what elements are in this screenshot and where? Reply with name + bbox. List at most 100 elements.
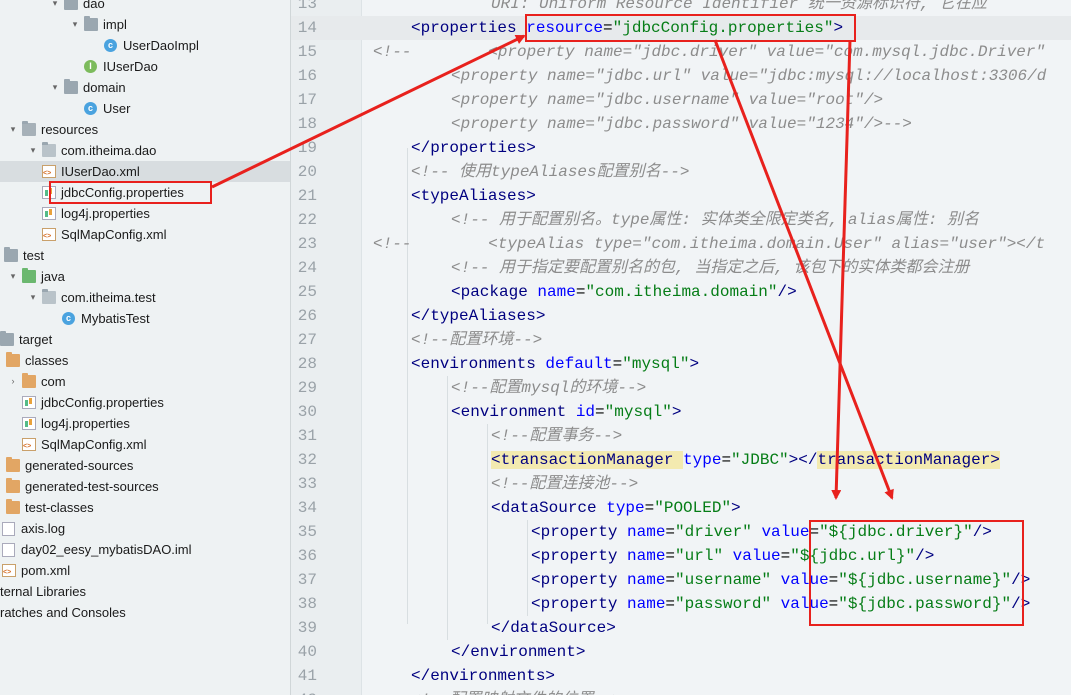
- tree-item[interactable]: › test-classes: [0, 497, 290, 518]
- line-number: 26: [297, 307, 317, 325]
- tree-item[interactable]: SqlMapConfig.xml: [0, 224, 290, 245]
- code-line[interactable]: 22 <!-- 用于配置别名。type属性: 实体类全限定类名, alias属性:…: [291, 208, 1071, 232]
- code-token: <!--配置连接池-->: [491, 475, 639, 493]
- chevron-down-icon[interactable]: ▾: [50, 0, 60, 14]
- code-line[interactable]: 39 </dataSource>: [291, 616, 1071, 640]
- tree-item[interactable]: SqlMapConfig.xml: [0, 434, 290, 455]
- code-line[interactable]: 13 URI: Uniform Resource Identifier 统一资源标…: [291, 0, 1071, 16]
- tree-item[interactable]: ▾ domain: [0, 77, 290, 98]
- tree-item[interactable]: c UserDaoImpl: [0, 35, 290, 56]
- tree-item[interactable]: ▾ resources: [0, 119, 290, 140]
- chevron-right-icon[interactable]: ›: [0, 455, 2, 476]
- code-token: =: [644, 499, 655, 517]
- tree-item[interactable]: IUserDao.xml: [0, 161, 290, 182]
- code-line[interactable]: 18 <property name="jdbc.password" value="…: [291, 112, 1071, 136]
- code-line[interactable]: 32 <transactionManager type="JDBC"></tran…: [291, 448, 1071, 472]
- chevron-down-icon[interactable]: ▾: [8, 119, 18, 140]
- code-token: name: [537, 283, 576, 301]
- chevron-down-icon[interactable]: ▾: [50, 77, 60, 98]
- tree-item[interactable]: ternal Libraries: [0, 581, 290, 602]
- tree-item[interactable]: ▾ impl: [0, 14, 290, 35]
- line-number: 20: [297, 163, 317, 181]
- tree-item[interactable]: axis.log: [0, 518, 290, 539]
- code-text: <environments default="mysql">: [411, 352, 699, 376]
- code-token: <!-- 用于配置别名。type属性: 实体类全限定类名, alias属性: 别…: [451, 211, 980, 229]
- code-line[interactable]: 19 </properties>: [291, 136, 1071, 160]
- line-number: 32: [297, 451, 317, 469]
- tree-item[interactable]: ▾ java: [0, 266, 290, 287]
- class-icon: c: [84, 102, 97, 115]
- code-editor[interactable]: 13 URI: Uniform Resource Identifier 统一资源标…: [291, 0, 1071, 695]
- chevron-down-icon[interactable]: ▾: [0, 350, 2, 371]
- tree-item[interactable]: › generated-test-sources: [0, 476, 290, 497]
- code-line[interactable]: 15 <!-- <property name="jdbc.driver" valu…: [291, 40, 1071, 64]
- code-line[interactable]: 24 <!-- 用于指定要配置别名的包, 当指定之后, 该包下的实体类都会注册: [291, 256, 1071, 280]
- chevron-right-icon[interactable]: ›: [0, 497, 2, 518]
- code-line[interactable]: 30 <environment id="mysql">: [291, 400, 1071, 424]
- code-line[interactable]: 17 <property name="jdbc.username" value="…: [291, 88, 1071, 112]
- code-line[interactable]: 34 <dataSource type="POOLED">: [291, 496, 1071, 520]
- tree-item[interactable]: day02_eesy_mybatisDAO.iml: [0, 539, 290, 560]
- tree-item[interactable]: ▾target: [0, 329, 290, 350]
- code-line[interactable]: 41 </environments>: [291, 664, 1071, 688]
- chevron-down-icon[interactable]: ▾: [70, 14, 80, 35]
- tree-item[interactable]: ▾ com.itheima.test: [0, 287, 290, 308]
- code-line[interactable]: 14 <properties resource="jdbcConfig.prope…: [291, 16, 1071, 40]
- code-line[interactable]: 20 <!-- 使用typeAliases配置别名-->: [291, 160, 1071, 184]
- line-number: 13: [297, 0, 317, 13]
- tree-item[interactable]: ratches and Consoles: [0, 602, 290, 623]
- code-line[interactable]: 40 </environment>: [291, 640, 1071, 664]
- code-line[interactable]: 21 <typeAliases>: [291, 184, 1071, 208]
- chevron-down-icon[interactable]: ▾: [8, 266, 18, 287]
- tree-item[interactable]: log4j.properties: [0, 203, 290, 224]
- code-line[interactable]: 25 <package name="com.itheima.domain"/>: [291, 280, 1071, 304]
- chevron-down-icon[interactable]: ▾: [28, 287, 38, 308]
- tree-item[interactable]: ▾test: [0, 245, 290, 266]
- code-line[interactable]: 37 <property name="username" value="${jdb…: [291, 568, 1071, 592]
- code-line[interactable]: 28 <environments default="mysql">: [291, 352, 1071, 376]
- code-token: URI: Uniform Resource Identifier 统一资源标识符…: [491, 0, 988, 13]
- code-token: "com.itheima.domain": [585, 283, 778, 301]
- chevron-right-icon[interactable]: ›: [8, 371, 18, 392]
- chevron-down-icon[interactable]: ▾: [28, 140, 38, 161]
- excluded-folder-icon: [6, 499, 20, 514]
- tree-item[interactable]: ▾ classes: [0, 350, 290, 371]
- code-token: "${jdbc.username}": [838, 571, 1012, 589]
- code-text: <!--配置事务-->: [491, 424, 622, 448]
- code-line[interactable]: 35 <property name="driver" value="${jdbc.…: [291, 520, 1071, 544]
- code-token: />: [972, 523, 992, 541]
- chevron-right-icon[interactable]: ›: [0, 476, 2, 497]
- tree-item[interactable]: c User: [0, 98, 290, 119]
- code-line[interactable]: 36 <property name="url" value="${jdbc.url…: [291, 544, 1071, 568]
- code-line[interactable]: 42 <!--配置映射文件的位置-->: [291, 688, 1071, 695]
- code-token: "mysql": [604, 403, 672, 421]
- code-line[interactable]: 27 <!--配置环境-->: [291, 328, 1071, 352]
- code-line[interactable]: 33 <!--配置连接池-->: [291, 472, 1071, 496]
- code-line[interactable]: 26 </typeAliases>: [291, 304, 1071, 328]
- code-line[interactable]: 16 <property name="jdbc.url" value="jdbc:…: [291, 64, 1071, 88]
- line-number: 37: [297, 571, 317, 589]
- project-tree-panel: ▾ dao ▾ impl c UserDaoImpl I IUserDao ▾ domain c Us…: [0, 0, 291, 695]
- code-token: =: [612, 355, 623, 373]
- tree-item[interactable]: I IUserDao: [0, 56, 290, 77]
- tree-item[interactable]: pom.xml: [0, 560, 290, 581]
- tree-item[interactable]: ▾ dao: [0, 0, 290, 14]
- code-line[interactable]: 29 <!--配置mysql的环境-->: [291, 376, 1071, 400]
- package-icon: [42, 142, 56, 157]
- tree-item[interactable]: log4j.properties: [0, 413, 290, 434]
- tree-item[interactable]: jdbcConfig.properties: [0, 182, 290, 203]
- tree-item[interactable]: c MybatisTest: [0, 308, 290, 329]
- tree-item[interactable]: jdbcConfig.properties: [0, 392, 290, 413]
- code-line[interactable]: 38 <property name="password" value="${jdb…: [291, 592, 1071, 616]
- code-line[interactable]: 31 <!--配置事务-->: [291, 424, 1071, 448]
- code-text: <!--配置环境-->: [411, 328, 542, 352]
- code-line[interactable]: 23 <!-- <typeAlias type="com.itheima.doma…: [291, 232, 1071, 256]
- code-text: <property name="url" value="${jdbc.url}"…: [531, 544, 934, 568]
- tree-item[interactable]: › com: [0, 371, 290, 392]
- properties-file-icon: [42, 186, 56, 199]
- properties-file-icon: [22, 396, 36, 409]
- code-text: <typeAliases>: [411, 184, 536, 208]
- tree-item[interactable]: ▾ com.itheima.dao: [0, 140, 290, 161]
- tree-item[interactable]: › generated-sources: [0, 455, 290, 476]
- code-text: </environment>: [451, 640, 585, 664]
